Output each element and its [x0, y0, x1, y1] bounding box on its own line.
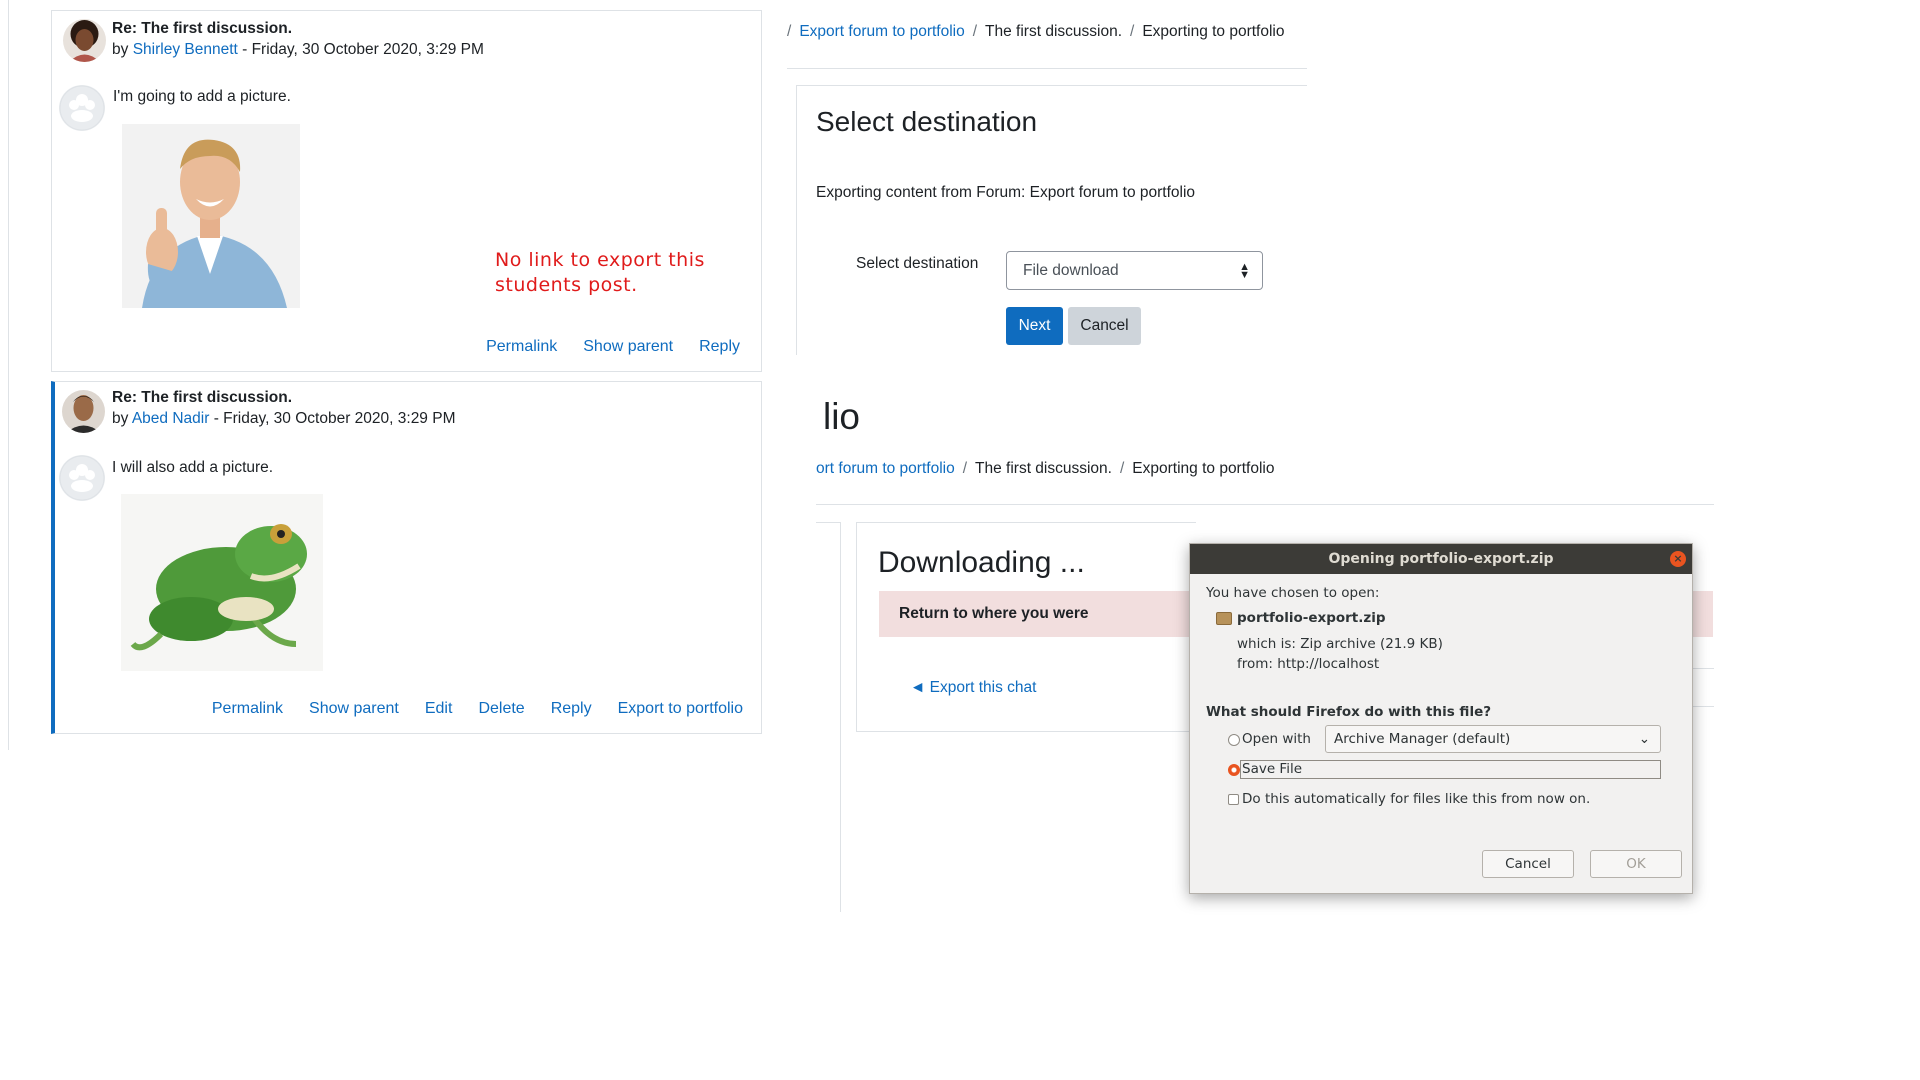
reply-link[interactable]: Reply [699, 338, 740, 356]
return-link[interactable]: Return to where you were [899, 605, 1088, 623]
annotation-line: students post. [495, 274, 638, 296]
export-to-portfolio-link[interactable]: Export to portfolio [618, 700, 743, 718]
cropped-heading-text: lio [822, 396, 860, 437]
firefox-open-dialog: Opening portfolio-export.zip × You have … [1189, 543, 1693, 894]
breadcrumb-separator: / [1130, 23, 1135, 40]
breadcrumb-separator: / [787, 23, 792, 40]
breadcrumb: ort forum to portfolio / The first discu… [816, 460, 1296, 484]
post-subject: Re: The first discussion. [112, 389, 293, 406]
breadcrumb-separator: / [1119, 460, 1125, 477]
show-parent-link[interactable]: Show parent [309, 700, 399, 718]
select-arrows-icon: ▲ ▼ [1239, 261, 1250, 281]
card-left-border [796, 85, 797, 355]
divider [787, 68, 1307, 69]
open-with-radio[interactable] [1228, 734, 1240, 746]
breadcrumb-item-forum[interactable]: Export forum to portfolio [799, 23, 964, 41]
chevron-down-icon: ⌄ [1638, 731, 1650, 747]
save-file-label[interactable]: Save File [1240, 760, 1661, 779]
destination-select-value: File download [1023, 261, 1119, 279]
breadcrumb-row: ort forum to portfolio / The first discu… [816, 460, 1274, 478]
avatar[interactable] [62, 390, 105, 433]
file-name: portfolio-export.zip [1237, 610, 1386, 626]
inner-card-left-border [856, 522, 857, 732]
card-top-border [796, 85, 1307, 86]
breadcrumb-item-current: Exporting to portfolio [1142, 23, 1285, 40]
downloading-title: Downloading ... [878, 546, 1085, 579]
open-with-app-value: Archive Manager (default) [1334, 731, 1511, 747]
dialog-ok-button[interactable]: OK [1590, 850, 1682, 878]
close-icon[interactable]: × [1670, 551, 1686, 567]
post-date: - Friday, 30 October 2020, 3:29 PM [213, 410, 456, 427]
post-actions: Permalink Show parent Reply [486, 338, 740, 356]
export-this-chat-link[interactable]: ◄ Export this chat [910, 679, 1036, 697]
breadcrumb-item-current: Exporting to portfolio [1132, 460, 1275, 477]
permalink-link[interactable]: Permalink [212, 700, 283, 718]
cropped-heading: lio [816, 396, 876, 444]
post-date: - Friday, 30 October 2020, 3:29 PM [242, 41, 484, 58]
page-title: Select destination [816, 106, 1038, 137]
forum-post-abed: Re: The first discussion. by Abed Nadir … [51, 381, 762, 734]
by-label: by [112, 410, 129, 427]
post-byline: by Shirley Bennett - Friday, 30 October … [112, 41, 484, 59]
forum-post-shirley: Re: The first discussion. by Shirley Ben… [51, 10, 762, 372]
breadcrumb-item-discussion[interactable]: The first discussion. [975, 460, 1112, 478]
breadcrumb-item-forum[interactable]: ort forum to portfolio [816, 460, 955, 478]
author-link[interactable]: Abed Nadir [132, 410, 210, 427]
permalink-link[interactable]: Permalink [486, 338, 557, 356]
annotation-note: No link to export this students post. [495, 248, 705, 298]
post-message: I'm going to add a picture. [113, 88, 291, 105]
breadcrumb: / Export forum to portfolio / The first … [787, 23, 1285, 41]
man-thumbs-up-photo [122, 124, 300, 308]
group-icon [59, 85, 105, 131]
outer-card-left-border [840, 522, 841, 912]
open-with-label[interactable]: Open with [1242, 731, 1311, 747]
save-file-radio[interactable] [1228, 764, 1240, 776]
reply-link[interactable]: Reply [551, 700, 592, 718]
file-source: from: http://localhost [1237, 656, 1380, 672]
post-subject: Re: The first discussion. [112, 20, 293, 37]
next-button[interactable]: Next [1006, 307, 1063, 345]
inner-card-top-border [856, 522, 1196, 523]
inner-card-bottom-border [856, 731, 1196, 732]
export-description: Exporting content from Forum: Export for… [816, 184, 1196, 201]
open-with-app-select[interactable]: Archive Manager (default) ⌄ [1325, 725, 1661, 753]
by-label: by [112, 41, 129, 58]
dialog-cancel-button[interactable]: Cancel [1482, 850, 1574, 878]
author-link[interactable]: Shirley Bennett [133, 41, 238, 58]
post-actions: Permalink Show parent Edit Delete Reply … [212, 700, 743, 718]
chosen-label: You have chosen to open: [1206, 585, 1380, 601]
breadcrumb-separator: / [962, 460, 968, 477]
question-label: What should Firefox do with this file? [1206, 704, 1492, 720]
breadcrumb-separator: / [972, 23, 978, 40]
destination-select[interactable]: File download ▲ ▼ [1006, 251, 1263, 290]
select-destination-label: Select destination [856, 255, 979, 272]
file-type: which is: Zip archive (21.9 KB) [1237, 636, 1443, 652]
show-parent-link[interactable]: Show parent [583, 338, 673, 356]
group-icon [59, 455, 105, 501]
breadcrumb-item-discussion[interactable]: The first discussion. [985, 23, 1122, 41]
dialog-titlebar: Opening portfolio-export.zip × [1190, 544, 1692, 574]
post-message: I will also add a picture. [112, 459, 274, 476]
divider [816, 504, 1714, 505]
edit-link[interactable]: Edit [425, 700, 453, 718]
annotation-line: No link to export this [495, 249, 705, 271]
archive-icon [1216, 612, 1232, 625]
outer-card-top-border [816, 522, 841, 523]
dialog-title: Opening portfolio-export.zip [1328, 551, 1554, 567]
cancel-button[interactable]: Cancel [1068, 307, 1141, 345]
auto-label[interactable]: Do this automatically for files like thi… [1242, 791, 1590, 807]
delete-link[interactable]: Delete [478, 700, 524, 718]
post-byline: by Abed Nadir - Friday, 30 October 2020,… [112, 410, 456, 428]
avatar[interactable] [63, 19, 106, 62]
left-page-border [8, 0, 9, 750]
auto-checkbox[interactable] [1228, 794, 1239, 805]
frog-photo [121, 494, 323, 671]
